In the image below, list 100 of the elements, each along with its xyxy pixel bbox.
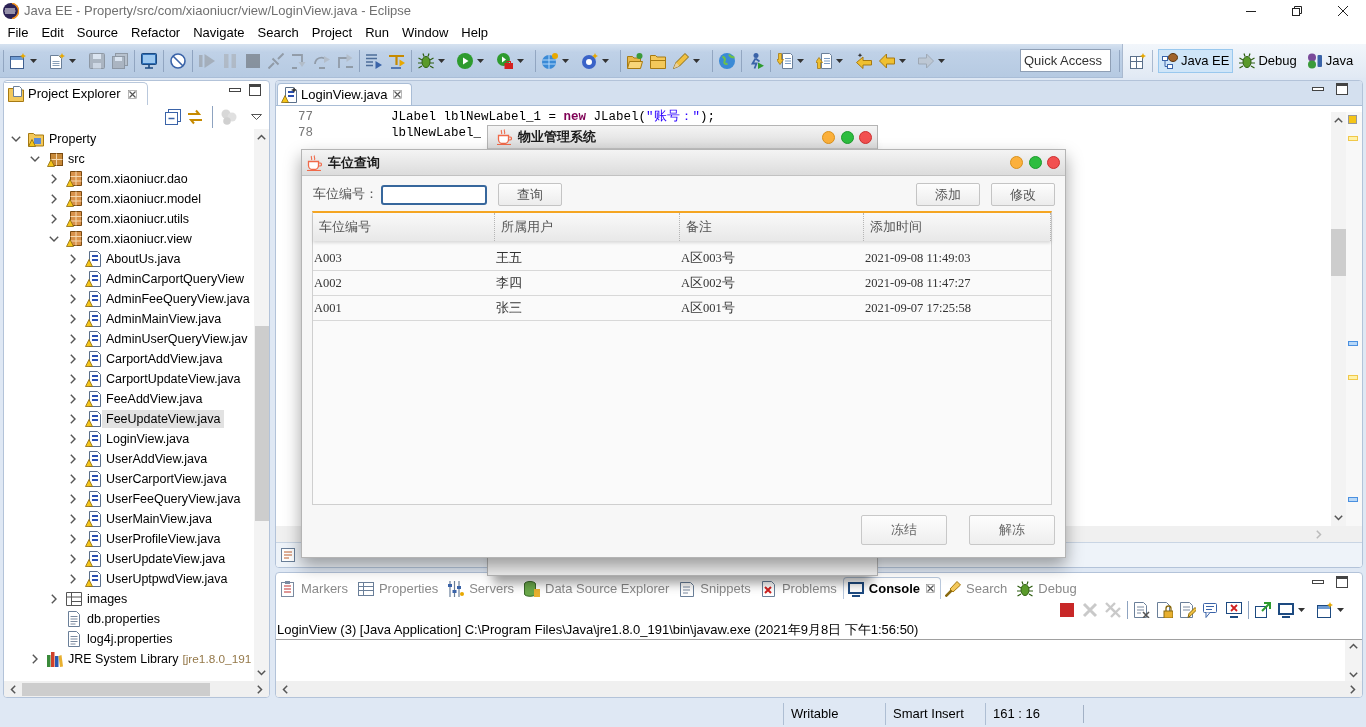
tree-item[interactable]: com.xiaoniucr.utils — [83, 210, 194, 228]
new-window-icon[interactable] — [1317, 602, 1333, 618]
chevron-right-icon[interactable] — [70, 574, 76, 584]
tree-item[interactable]: CarportAddView.java — [102, 350, 227, 368]
box-arrow-icon[interactable] — [1254, 602, 1271, 618]
restore-icon[interactable] — [1292, 6, 1302, 16]
ruler-marker-icon[interactable] — [1348, 136, 1358, 141]
perspective-button[interactable]: Java — [1302, 49, 1358, 73]
tree-item[interactable]: UserAddView.java — [102, 450, 212, 468]
close-icon[interactable] — [1338, 6, 1348, 16]
bar-arrow-icon[interactable] — [388, 52, 405, 69]
monitor-icon[interactable] — [140, 52, 157, 69]
dropdown-caret-icon[interactable] — [836, 58, 843, 63]
scrollbar-thumb[interactable] — [1331, 229, 1346, 276]
dropdown-caret-icon[interactable] — [796, 58, 804, 63]
action-button[interactable]: 修改 — [991, 183, 1055, 206]
view-tab[interactable]: Problems — [756, 577, 843, 599]
chevron-right-icon[interactable] — [70, 454, 76, 464]
view-tab[interactable]: Data Source Explorer — [520, 577, 676, 599]
tree-item[interactable]: CarportUpdateView.java — [102, 370, 245, 388]
tree-item[interactable]: UserCarportView.java — [102, 470, 231, 488]
dropdown-caret-icon[interactable] — [1337, 608, 1344, 612]
collapse-all-icon[interactable] — [165, 109, 181, 125]
chevron-right-icon[interactable] — [70, 494, 76, 504]
vertical-scrollbar[interactable] — [1331, 112, 1346, 526]
chevron-right-icon[interactable] — [70, 354, 76, 364]
monitor-icon[interactable] — [1277, 602, 1294, 618]
scrollbar-thumb[interactable] — [254, 326, 269, 521]
chevron-right-icon[interactable] — [32, 654, 38, 664]
tree-item[interactable]: com.xiaoniucr.dao — [83, 170, 192, 188]
tree-item[interactable]: Property — [45, 130, 101, 148]
document-x-icon[interactable] — [1133, 602, 1150, 618]
chevron-right-icon[interactable] — [70, 294, 76, 304]
menu-item[interactable]: Refactor — [124, 25, 187, 41]
chevron-right-icon[interactable] — [51, 214, 57, 224]
new-file-icon[interactable] — [49, 52, 65, 69]
terminate-icon[interactable] — [1058, 602, 1075, 618]
column-header[interactable]: 备注 — [680, 213, 864, 241]
view-menu-icon[interactable] — [251, 114, 262, 120]
speech-bubble-icon[interactable] — [1202, 602, 1219, 618]
close-icon[interactable] — [926, 584, 936, 593]
chevron-right-icon[interactable] — [70, 394, 76, 404]
chevron-right-icon[interactable] — [70, 414, 76, 424]
horizontal-scrollbar[interactable] — [276, 681, 1362, 697]
column-header[interactable]: 所属用户 — [495, 213, 680, 241]
minimize-icon[interactable] — [229, 88, 241, 92]
view-tab[interactable]: Properties — [353, 577, 445, 599]
minimize-icon[interactable] — [1246, 10, 1256, 12]
minimize-icon[interactable] — [1312, 87, 1324, 91]
tree-item[interactable]: UserProfileView.java — [102, 530, 225, 548]
chevron-down-icon[interactable] — [30, 156, 40, 162]
maximize-icon[interactable] — [1336, 576, 1348, 588]
run-icon[interactable] — [457, 52, 473, 69]
chevron-right-icon[interactable] — [51, 194, 57, 204]
menu-item[interactable]: Edit — [34, 25, 71, 41]
perspective-button[interactable]: Debug — [1235, 49, 1301, 73]
chevron-right-icon[interactable] — [70, 534, 76, 544]
tree-item[interactable]: log4j.properties — [83, 630, 177, 648]
tree-item[interactable]: FeeUpdateView.java — [102, 410, 225, 428]
view-tab[interactable]: Servers — [444, 577, 520, 599]
ruler-marker-icon[interactable] — [1348, 497, 1358, 502]
menu-item[interactable]: Navigate — [186, 25, 251, 41]
dropdown-caret-icon[interactable] — [601, 58, 609, 63]
maximize-icon[interactable] — [1336, 83, 1348, 95]
view-tab[interactable]: Console — [842, 577, 942, 599]
scrollbar-thumb[interactable] — [22, 682, 210, 696]
document-pencil-icon[interactable] — [1179, 602, 1196, 618]
tree-item[interactable]: AdminFeeQueryView.java — [102, 290, 254, 308]
tree-item[interactable]: AboutUs.java — [102, 250, 185, 268]
tree-item[interactable]: AdminMainView.java — [102, 310, 226, 328]
view-tab[interactable]: Project Explorer — [4, 82, 149, 105]
dropdown-caret-icon[interactable] — [1297, 608, 1305, 612]
dropdown-caret-icon[interactable] — [516, 58, 524, 63]
tree-item[interactable]: LoginView.java — [102, 430, 194, 448]
document-lines-icon[interactable] — [281, 548, 295, 562]
open-folder-icon[interactable] — [627, 52, 643, 69]
view-tab[interactable]: Debug — [1013, 577, 1083, 599]
tree-item[interactable]: AdminUserQueryView.jav — [102, 330, 252, 348]
chevron-right-icon[interactable] — [70, 274, 76, 284]
tree-item[interactable]: UserUptpwdView.java — [102, 570, 232, 588]
action-button[interactable]: 解冻 — [969, 515, 1055, 545]
tree-item[interactable]: src — [64, 150, 89, 168]
tree-item[interactable]: UserFeeQueryView.java — [102, 490, 245, 508]
dropdown-caret-icon[interactable] — [898, 58, 906, 63]
monitor-x-icon[interactable] — [1225, 602, 1242, 618]
maximize-icon[interactable] — [249, 84, 261, 96]
tree-item[interactable]: UserUpdateView.java — [102, 550, 230, 568]
close-icon[interactable] — [392, 90, 402, 99]
chevron-right-icon[interactable] — [70, 254, 76, 264]
chevron-right-icon[interactable] — [70, 374, 76, 384]
dropdown-caret-icon[interactable] — [693, 58, 700, 63]
menu-item[interactable]: Project — [305, 25, 359, 41]
dropdown-caret-icon[interactable] — [437, 58, 445, 63]
quick-access-field[interactable]: Quick Access — [1020, 49, 1111, 72]
menu-item[interactable]: Help — [454, 25, 495, 41]
ruler-marker-icon[interactable] — [1348, 341, 1358, 346]
chevron-down-icon[interactable] — [11, 136, 21, 142]
arrow-star-icon[interactable] — [855, 52, 872, 69]
view-tab[interactable]: Snippets — [675, 577, 757, 599]
tree-item[interactable]: db.properties — [83, 610, 164, 628]
